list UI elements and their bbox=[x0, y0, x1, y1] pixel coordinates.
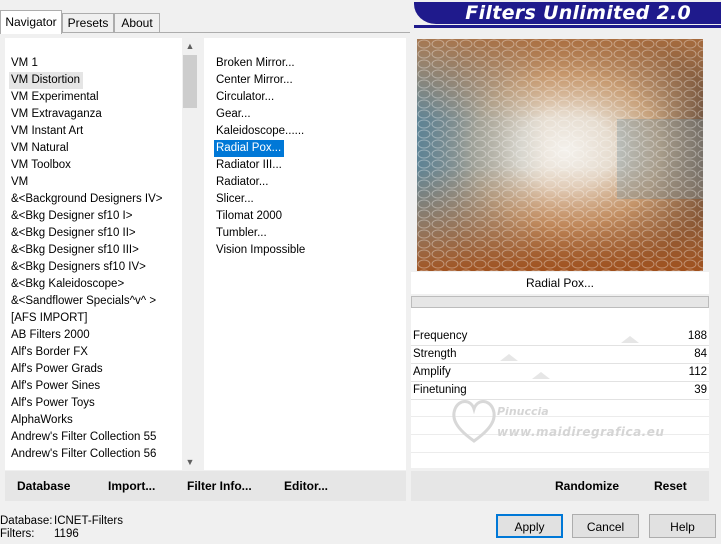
category-item[interactable]: Alf's Power Grads bbox=[5, 361, 103, 378]
category-item[interactable]: &<Bkg Designer sf10 III> bbox=[5, 242, 139, 259]
chevron-down-icon[interactable]: ▼ bbox=[182, 454, 198, 470]
progress-bar bbox=[411, 296, 709, 308]
category-item[interactable]: VM Experimental bbox=[5, 89, 99, 106]
preview-caption: Radial Pox... bbox=[411, 272, 709, 294]
param-divider bbox=[411, 452, 709, 453]
param-divider bbox=[411, 434, 709, 435]
filter-item[interactable]: Broken Mirror... bbox=[204, 55, 295, 72]
filters-label: Filters: bbox=[0, 528, 35, 540]
category-item[interactable]: Andrew's Filter Collection 55 bbox=[5, 429, 156, 446]
database-value: ICNET-Filters bbox=[54, 515, 123, 527]
tab-presets[interactable]: Presets bbox=[62, 13, 114, 33]
category-item[interactable]: &<Bkg Designer sf10 II> bbox=[5, 225, 136, 242]
filter-item[interactable]: Radial Pox... bbox=[214, 140, 285, 157]
category-item[interactable]: &<Bkg Designers sf10 IV> bbox=[5, 259, 146, 276]
parameter-panel: Frequency 188 Strength 84 Amplify 112 Fi… bbox=[411, 308, 709, 468]
category-item[interactable]: Alf's Power Toys bbox=[5, 395, 95, 412]
category-item[interactable]: VM Distortion bbox=[9, 72, 84, 89]
filter-item[interactable]: Gear... bbox=[204, 106, 251, 123]
category-scrollbar[interactable]: ▲ ▼ bbox=[182, 38, 198, 470]
title-banner: Filters Unlimited 2.0 bbox=[414, 2, 721, 24]
apply-button[interactable]: Apply bbox=[496, 514, 563, 538]
database-button[interactable]: Database bbox=[17, 471, 70, 501]
help-button[interactable]: Help bbox=[649, 514, 716, 538]
category-item[interactable]: &<Background Designers IV> bbox=[5, 191, 163, 208]
category-item[interactable]: VM Extravaganza bbox=[5, 106, 102, 123]
editor-button[interactable]: Editor... bbox=[284, 471, 328, 501]
category-item[interactable]: [AFS IMPORT] bbox=[5, 310, 87, 327]
category-item[interactable]: Alf's Border FX bbox=[5, 344, 88, 361]
app-title: Filters Unlimited 2.0 bbox=[465, 2, 691, 24]
tab-about[interactable]: About bbox=[114, 13, 160, 33]
filter-item[interactable]: Slicer... bbox=[204, 191, 254, 208]
param-finetuning[interactable]: Finetuning 39 bbox=[411, 381, 709, 400]
filter-item[interactable]: Tilomat 2000 bbox=[204, 208, 282, 225]
category-item[interactable]: &<Sandflower Specials^v^ > bbox=[5, 293, 156, 310]
filter-item[interactable]: Kaleidoscope...... bbox=[204, 123, 304, 140]
param-frequency[interactable]: Frequency 188 bbox=[411, 327, 709, 346]
filter-item[interactable]: Radiator... bbox=[204, 174, 268, 191]
category-item[interactable]: &<Bkg Kaleidoscope> bbox=[5, 276, 124, 293]
filter-item[interactable]: Center Mirror... bbox=[204, 72, 293, 89]
scrollbar-thumb[interactable] bbox=[183, 55, 197, 108]
category-list[interactable]: VM 1 VM Distortion VM Experimental VM Extra… bbox=[5, 38, 182, 470]
category-item[interactable]: Andrew's Filter Collection 56 bbox=[5, 446, 156, 463]
category-item[interactable]: VM Toolbox bbox=[5, 157, 71, 174]
randomize-button[interactable]: Randomize bbox=[555, 471, 619, 501]
category-item[interactable]: Alf's Power Sines bbox=[5, 378, 100, 395]
category-item[interactable]: &<Bkg Designer sf10 I> bbox=[5, 208, 132, 225]
database-label: Database: bbox=[0, 515, 53, 527]
chevron-up-icon[interactable]: ▲ bbox=[182, 38, 198, 54]
filter-item[interactable]: Radiator III... bbox=[204, 157, 282, 174]
param-strength[interactable]: Strength 84 bbox=[411, 345, 709, 364]
category-item[interactable]: AB Filters 2000 bbox=[5, 327, 90, 344]
category-item[interactable]: VM 1 bbox=[5, 55, 38, 72]
param-amplify[interactable]: Amplify 112 bbox=[411, 363, 709, 382]
category-item[interactable]: VM Natural bbox=[5, 140, 69, 157]
cancel-button[interactable]: Cancel bbox=[572, 514, 639, 538]
preview-image bbox=[417, 39, 703, 271]
filter-info-button[interactable]: Filter Info... bbox=[187, 471, 252, 501]
filter-item[interactable]: Tumbler... bbox=[204, 225, 267, 242]
title-underline bbox=[414, 25, 721, 28]
filter-item[interactable]: Circulator... bbox=[204, 89, 274, 106]
category-item[interactable]: AlphaWorks bbox=[5, 412, 73, 429]
filter-list[interactable]: Broken Mirror... Center Mirror... Circulat… bbox=[204, 38, 406, 470]
param-divider bbox=[411, 416, 709, 417]
tab-navigator[interactable]: Navigator bbox=[0, 10, 62, 34]
category-item[interactable]: VM bbox=[5, 174, 28, 191]
filter-item[interactable]: Vision Impossible bbox=[204, 242, 305, 259]
import-button[interactable]: Import... bbox=[108, 471, 155, 501]
category-item[interactable]: VM Instant Art bbox=[5, 123, 83, 140]
reset-button[interactable]: Reset bbox=[654, 471, 687, 501]
filters-count: 1196 bbox=[54, 528, 79, 540]
